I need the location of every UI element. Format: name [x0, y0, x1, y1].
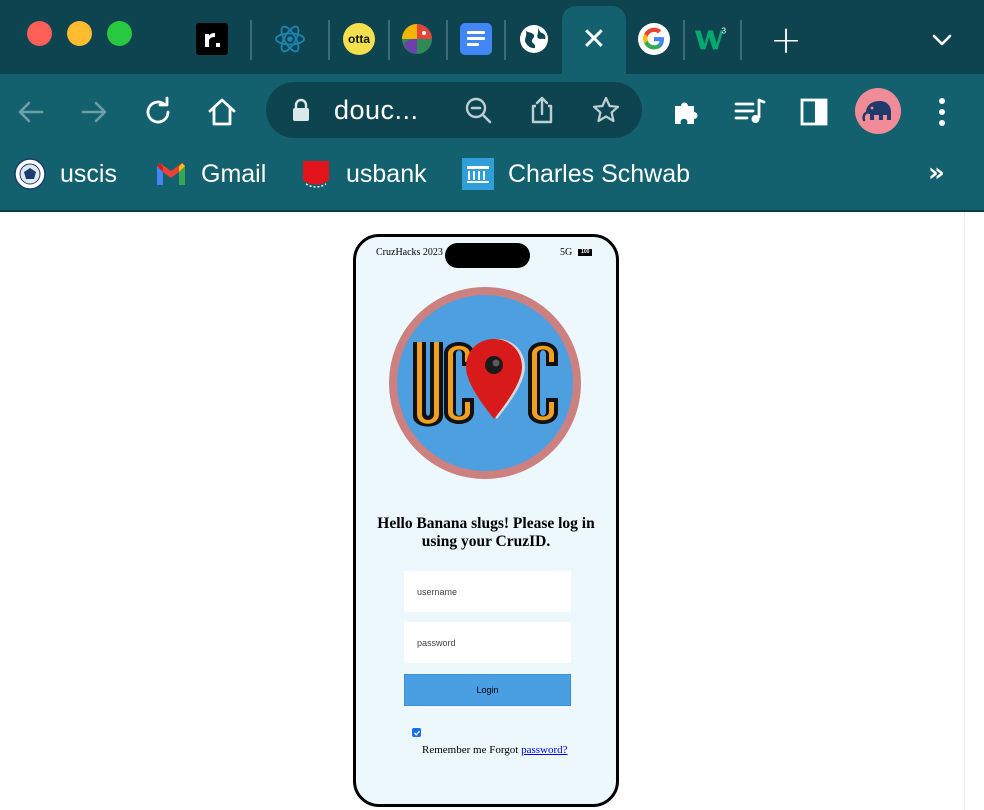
share-icon	[531, 96, 553, 124]
tab-active[interactable]: ✕	[562, 6, 626, 74]
tab-globe[interactable]	[517, 22, 551, 56]
r-dot-icon	[196, 23, 228, 55]
puzzle-icon	[675, 102, 698, 124]
w3-icon: 3	[694, 25, 726, 50]
share-button[interactable]	[526, 94, 558, 126]
tab-colorful[interactable]	[400, 22, 434, 56]
bookmark-label: Charles Schwab	[508, 159, 691, 188]
bookmark-label: uscis	[60, 159, 117, 188]
tab-separator	[740, 20, 742, 60]
home-button[interactable]	[200, 90, 244, 134]
reload-button[interactable]	[136, 90, 180, 134]
reload-icon	[146, 96, 170, 124]
tab-google[interactable]	[637, 22, 671, 56]
bookmark-gmail[interactable]: Gmail	[155, 158, 266, 190]
bookmark-uscis[interactable]: uscis	[14, 158, 117, 190]
globe-icon	[520, 25, 548, 53]
url-text[interactable]: douc...	[334, 95, 419, 126]
network-label: 5G	[560, 247, 573, 258]
tab-separator	[446, 20, 448, 60]
address-bar[interactable]: douc...	[266, 82, 642, 138]
bookmark-star-button[interactable]	[590, 94, 622, 126]
svg-text:otta: otta	[348, 32, 370, 46]
bookmarks-overflow-button[interactable]: »	[928, 155, 945, 191]
bookmark-usbank[interactable]: usbank	[300, 158, 427, 190]
status-bar-indicators: 5G 100	[560, 247, 593, 258]
tab-r-dot[interactable]	[195, 22, 229, 56]
tab-separator	[250, 20, 252, 60]
bookmark-label: Gmail	[201, 159, 267, 188]
battery-icon: 100	[578, 249, 593, 256]
tab-separator	[328, 20, 330, 60]
scrollbar-track[interactable]	[964, 212, 984, 810]
window-maximize-button[interactable]	[107, 21, 132, 46]
more-vertical-icon	[939, 98, 945, 126]
close-icon[interactable]: ✕	[581, 25, 606, 55]
gmail-icon	[155, 158, 187, 190]
new-tab-button[interactable]: +	[768, 20, 804, 60]
username-input[interactable]	[404, 571, 571, 612]
bookmark-schwab[interactable]: Charles Schwab	[462, 158, 690, 190]
extensions-button[interactable]	[664, 90, 708, 134]
google-docs-icon	[460, 23, 492, 55]
tab-separator	[683, 20, 685, 60]
media-controls-button[interactable]	[728, 90, 772, 134]
home-icon	[208, 98, 236, 126]
lock-icon[interactable]	[290, 98, 312, 122]
side-panel-icon	[800, 98, 828, 126]
tab-otta[interactable]: otta	[342, 22, 376, 56]
tab-w3[interactable]: 3	[694, 22, 728, 56]
login-heading: Hello Banana slugs! Please log in using …	[377, 515, 595, 550]
google-icon	[638, 23, 670, 55]
tab-search-button[interactable]	[926, 24, 958, 56]
bookmarks-bar: uscis Gmail usbank Charles Schwab	[0, 148, 984, 210]
login-button[interactable]: Login	[404, 674, 571, 706]
status-bar-title: CruzHacks 2023	[376, 247, 443, 258]
zoom-out-icon	[465, 97, 492, 124]
react-icon	[275, 25, 305, 53]
remember-forgot-row: Remember me Forgot password?	[422, 744, 568, 756]
checkmark-icon	[413, 730, 420, 736]
tab-google-docs[interactable]	[459, 22, 493, 56]
password-input[interactable]	[404, 622, 571, 663]
arrow-left-icon	[18, 101, 44, 123]
remember-me-label: Remember me Forgot	[422, 744, 522, 756]
phone-frame: CruzHacks 2023 5G 100 Hello Banana slugs…	[353, 234, 619, 807]
chrome-menu-button[interactable]	[920, 90, 964, 134]
back-button[interactable]	[9, 90, 53, 134]
window-minimize-button[interactable]	[67, 21, 92, 46]
svg-text:3: 3	[721, 25, 726, 35]
forgot-password-link[interactable]: password?	[521, 744, 567, 756]
side-panel-button[interactable]	[792, 90, 836, 134]
bookmark-label: usbank	[346, 159, 427, 188]
star-icon	[592, 96, 620, 123]
tab-separator	[388, 20, 390, 60]
browser-toolbar: douc...	[0, 74, 984, 148]
uscis-seal-icon	[14, 158, 46, 190]
tab-react[interactable]	[273, 22, 307, 56]
arrow-right-icon	[81, 101, 107, 123]
tab-strip: otta ✕ 3 +	[0, 0, 984, 74]
ucsc-map-logo	[389, 287, 581, 479]
elephant-avatar-icon	[862, 101, 891, 122]
forward-button[interactable]	[72, 90, 116, 134]
usbank-icon	[300, 158, 332, 190]
remember-me-checkbox[interactable]	[412, 728, 421, 737]
window-close-button[interactable]	[27, 21, 52, 46]
dynamic-island	[445, 243, 530, 268]
schwab-icon	[462, 158, 494, 190]
web-page: CruzHacks 2023 5G 100 Hello Banana slugs…	[0, 212, 984, 810]
profile-avatar[interactable]	[855, 88, 901, 134]
zoom-out-button[interactable]	[462, 94, 494, 126]
playlist-music-icon	[734, 98, 766, 123]
chevron-down-icon	[932, 34, 952, 46]
colorful-logo-icon	[402, 24, 432, 54]
otta-icon: otta	[343, 23, 375, 55]
tab-separator	[504, 20, 506, 60]
